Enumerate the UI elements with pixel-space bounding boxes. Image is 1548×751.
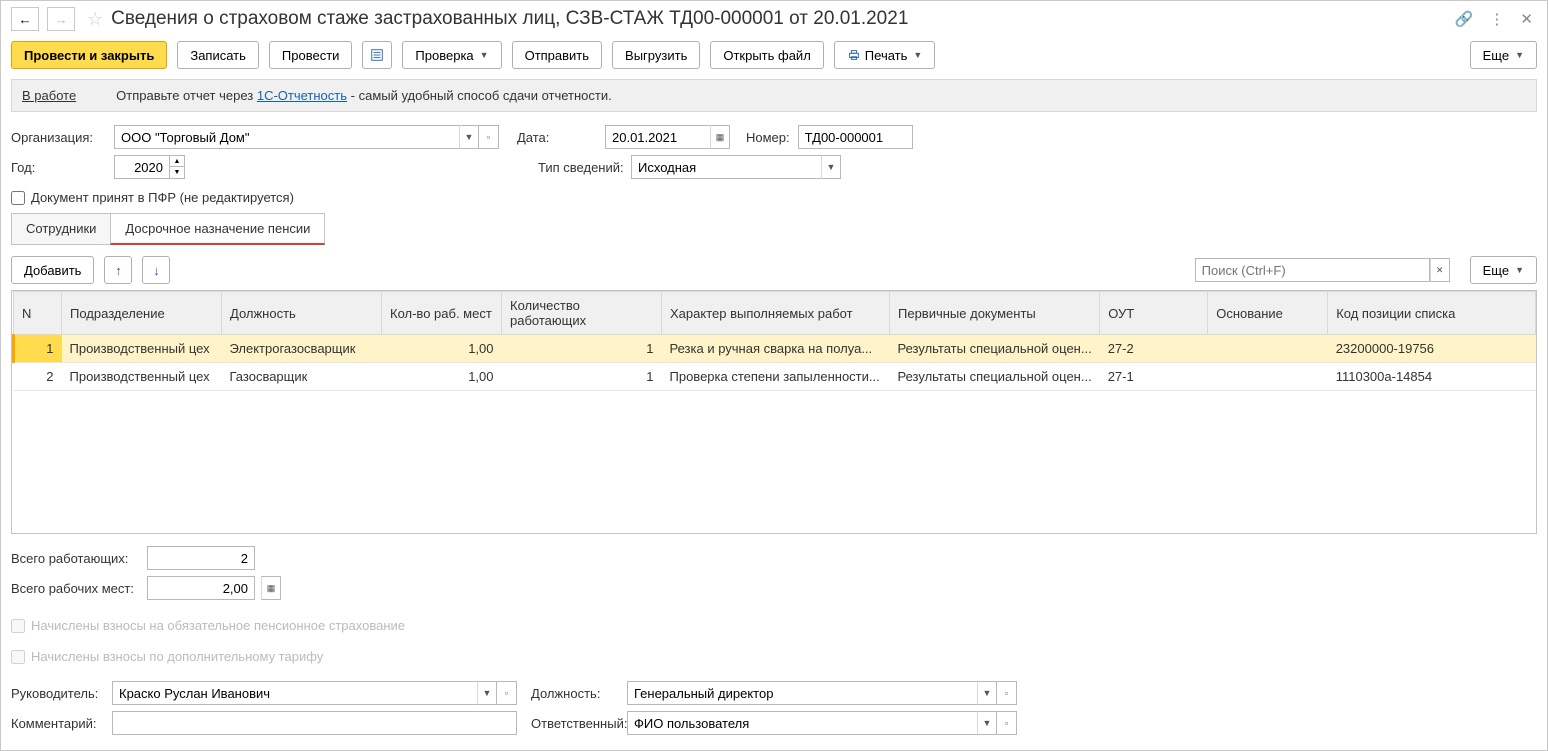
pension-contrib-label: Начислены взносы на обязательное пенсион…: [31, 618, 405, 633]
org-dropdown-button[interactable]: ▼: [459, 125, 479, 149]
favorite-star-icon[interactable]: ☆: [87, 9, 103, 30]
chevron-down-icon: ▼: [1515, 265, 1524, 275]
date-input[interactable]: [605, 125, 710, 149]
col-header-places[interactable]: Кол-во раб. мест: [382, 292, 502, 335]
search-clear-button[interactable]: ✕: [1430, 258, 1450, 282]
pension-table[interactable]: N Подразделение Должность Кол-во раб. ме…: [11, 290, 1537, 534]
status-info-bar: В работе Отправьте отчет через 1С-Отчетн…: [11, 79, 1537, 112]
org-input[interactable]: [114, 125, 459, 149]
year-input[interactable]: [114, 155, 169, 179]
chevron-down-icon: ▼: [913, 50, 922, 60]
table-row[interactable]: 2 Производственный цех Газосварщик 1,00 …: [14, 363, 1536, 391]
col-header-out[interactable]: ОУТ: [1100, 292, 1208, 335]
number-label: Номер:: [746, 130, 790, 145]
position-dropdown-button[interactable]: ▼: [977, 681, 997, 705]
print-menu-button[interactable]: Печать▼: [834, 41, 936, 69]
responsible-open-button[interactable]: ▫: [997, 711, 1017, 735]
info-message: Отправьте отчет через 1С-Отчетность - са…: [116, 88, 612, 103]
nav-back-button[interactable]: ←: [11, 7, 39, 31]
responsible-label: Ответственный:: [531, 716, 621, 731]
add-row-button[interactable]: Добавить: [11, 256, 94, 284]
structure-icon-button[interactable]: [362, 41, 392, 69]
type-input[interactable]: [631, 155, 821, 179]
total-places-input[interactable]: [147, 576, 255, 600]
col-header-character[interactable]: Характер выполняемых работ: [662, 292, 890, 335]
col-header-department[interactable]: Подразделение: [62, 292, 222, 335]
extra-tariff-checkbox: [11, 650, 25, 664]
pfr-checkbox-label: Документ принят в ПФР (не редактируется): [31, 190, 294, 205]
page-title: Сведения о страховом стаже застрахованны…: [111, 8, 1443, 30]
post-and-close-button[interactable]: Провести и закрыть: [11, 41, 167, 69]
link-icon[interactable]: 🔗: [1455, 10, 1474, 28]
comment-input[interactable]: [112, 711, 517, 735]
save-button[interactable]: Записать: [177, 41, 259, 69]
move-down-button[interactable]: ↓: [142, 256, 170, 284]
total-places-label: Всего рабочих мест:: [11, 581, 141, 596]
tab-early-pension[interactable]: Досрочное назначение пенсии: [110, 213, 325, 245]
position-label: Должность:: [531, 686, 621, 701]
year-label: Год:: [11, 160, 106, 175]
col-header-code[interactable]: Код позиции списка: [1328, 292, 1536, 335]
col-header-n[interactable]: N: [14, 292, 62, 335]
col-header-basis[interactable]: Основание: [1208, 292, 1328, 335]
org-open-button[interactable]: ▫: [479, 125, 499, 149]
pfr-checkbox[interactable]: [11, 191, 25, 205]
type-dropdown-button[interactable]: ▼: [821, 155, 841, 179]
extra-tariff-label: Начислены взносы по дополнительному тари…: [31, 649, 323, 664]
open-file-button[interactable]: Открыть файл: [710, 41, 823, 69]
position-input[interactable]: [627, 681, 977, 705]
table-row[interactable]: 1 Производственный цех Электрогазосварщи…: [14, 335, 1536, 363]
org-label: Организация:: [11, 130, 106, 145]
position-open-button[interactable]: ▫: [997, 681, 1017, 705]
chevron-down-icon: ▼: [1515, 50, 1524, 60]
more-menu-button[interactable]: Еще▼: [1470, 41, 1537, 69]
total-workers-label: Всего работающих:: [11, 551, 141, 566]
total-places-calc-button[interactable]: ▦: [261, 576, 281, 600]
year-up-button[interactable]: ▲: [169, 155, 185, 167]
responsible-input[interactable]: [627, 711, 977, 735]
comment-label: Комментарий:: [11, 716, 106, 731]
table-more-button[interactable]: Еще▼: [1470, 256, 1537, 284]
head-dropdown-button[interactable]: ▼: [477, 681, 497, 705]
date-calendar-button[interactable]: ▦: [710, 125, 730, 149]
type-label: Тип сведений:: [538, 160, 623, 175]
nav-forward-button[interactable]: →: [47, 7, 75, 31]
head-open-button[interactable]: ▫: [497, 681, 517, 705]
calendar-icon: ▦: [716, 132, 725, 143]
search-input[interactable]: [1195, 258, 1430, 282]
col-header-position[interactable]: Должность: [222, 292, 382, 335]
col-header-documents[interactable]: Первичные документы: [890, 292, 1100, 335]
responsible-dropdown-button[interactable]: ▼: [977, 711, 997, 735]
head-input[interactable]: [112, 681, 477, 705]
total-workers-input[interactable]: [147, 546, 255, 570]
export-button[interactable]: Выгрузить: [612, 41, 700, 69]
col-header-workers[interactable]: Количество работающих: [502, 292, 662, 335]
list-icon: [370, 48, 384, 62]
calculator-icon: ▦: [267, 583, 276, 594]
number-input[interactable]: [798, 125, 913, 149]
print-icon: [847, 48, 861, 62]
move-up-button[interactable]: ↑: [104, 256, 132, 284]
check-menu-button[interactable]: Проверка▼: [402, 41, 501, 69]
pension-contrib-checkbox: [11, 619, 25, 633]
chevron-down-icon: ▼: [480, 50, 489, 60]
head-label: Руководитель:: [11, 686, 106, 701]
year-down-button[interactable]: ▼: [169, 167, 185, 179]
date-label: Дата:: [517, 130, 597, 145]
reporting-link[interactable]: 1С-Отчетность: [257, 88, 347, 103]
close-icon[interactable]: ✕: [1520, 10, 1533, 28]
more-vert-icon[interactable]: ⋮: [1489, 10, 1504, 28]
tab-employees[interactable]: Сотрудники: [11, 213, 111, 245]
send-button[interactable]: Отправить: [512, 41, 602, 69]
status-text: В работе: [22, 88, 76, 103]
post-button[interactable]: Провести: [269, 41, 353, 69]
